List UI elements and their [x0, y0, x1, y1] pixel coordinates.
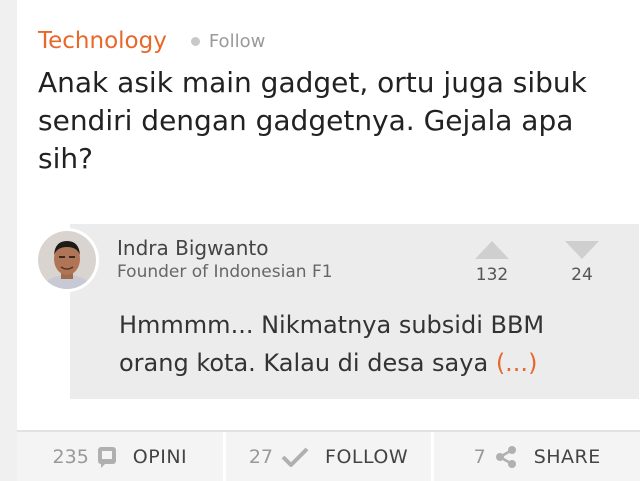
- opini-count: 235: [52, 445, 89, 468]
- opini-button[interactable]: 235 OPINI: [17, 432, 226, 481]
- follow-dot-icon: [190, 36, 200, 46]
- author-name[interactable]: Indra Bigwanto: [117, 236, 268, 260]
- author-bio: Founder of Indonesian F1: [117, 262, 333, 282]
- author-avatar[interactable]: [35, 228, 99, 292]
- action-bar: 235 OPINI 27 FOLLOW 7 SHARE: [17, 430, 640, 481]
- comment-icon: [97, 446, 117, 468]
- downvote-button[interactable]: 24: [562, 241, 602, 285]
- topic-link[interactable]: Technology: [38, 28, 167, 54]
- follow-count: 27: [248, 445, 274, 468]
- share-icon: [494, 445, 518, 469]
- answer-text[interactable]: Hmmmm... Nikmatnya subsidi BBM orang kot…: [119, 306, 599, 382]
- follow-button[interactable]: 27 FOLLOW: [225, 432, 435, 481]
- follow-label: FOLLOW: [325, 445, 409, 468]
- answer-body: Hmmmm... Nikmatnya subsidi BBM orang kot…: [119, 311, 545, 377]
- read-more-link[interactable]: (...): [496, 349, 538, 377]
- opini-label: OPINI: [132, 445, 188, 468]
- follow-topic-link[interactable]: Follow: [209, 31, 265, 52]
- share-count: 7: [473, 445, 486, 468]
- topic-row: Technology Follow: [38, 26, 265, 56]
- share-label: SHARE: [533, 445, 601, 468]
- upvote-icon: [475, 241, 509, 259]
- question-title[interactable]: Anak asik main gadget, ortu juga sibuk s…: [38, 64, 618, 178]
- question-card: Technology Follow Anak asik main gadget,…: [17, 0, 640, 481]
- upvote-count: 132: [475, 265, 509, 285]
- upvote-button[interactable]: 132: [472, 241, 512, 285]
- downvote-count: 24: [571, 265, 593, 285]
- check-icon: [281, 446, 309, 468]
- avatar-image: [38, 231, 96, 289]
- downvote-icon: [565, 241, 599, 259]
- share-button[interactable]: 7 SHARE: [434, 432, 640, 481]
